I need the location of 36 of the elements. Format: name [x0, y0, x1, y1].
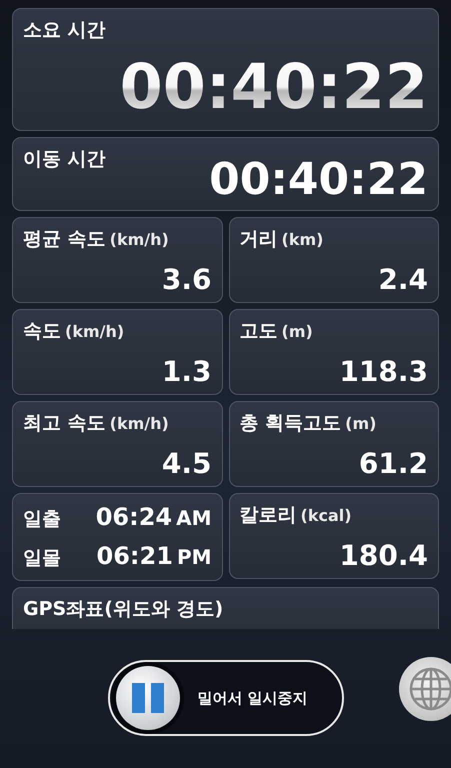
moving-time-value: 00:40:22 [209, 158, 428, 202]
unit-label: (kcal) [300, 506, 352, 525]
sun-label: 일몰 [23, 546, 61, 571]
stat-label: 최고 속도 [23, 411, 106, 436]
sun-label: 일출 [23, 507, 61, 532]
total-time-label: 소요 시간 [23, 18, 107, 43]
stat-value: 61.2 [358, 450, 428, 478]
stat-label: 속도 [23, 319, 61, 344]
stat-value: 118.3 [339, 358, 428, 386]
stat-label: 평균 속도 [23, 227, 106, 252]
stat-value: 1.3 [162, 358, 212, 386]
stat-value: 4.5 [162, 450, 212, 478]
stat-value: 2.4 [378, 266, 428, 294]
unit-label: (m) [345, 414, 376, 433]
unit-label: (km/h) [110, 414, 169, 433]
stat-value: 180.4 [339, 542, 428, 570]
sun-time: 06:24 [96, 503, 172, 531]
slide-to-pause-slider[interactable]: 밀어서 일시중지 [108, 660, 344, 736]
slider-handle[interactable] [116, 666, 180, 730]
unit-label: (km) [282, 230, 324, 249]
period-label: PM [176, 545, 212, 569]
unit-label: (m) [282, 322, 313, 341]
unit-label: (km/h) [110, 230, 169, 249]
sun-time: 06:21 [96, 542, 173, 570]
unit-label: (km/h) [65, 322, 124, 341]
stat-label: 칼로리 [240, 503, 296, 528]
globe-button[interactable] [399, 657, 451, 721]
globe-icon [409, 667, 451, 711]
moving-time-label: 이동 시간 [23, 147, 107, 172]
stat-value: 3.6 [162, 266, 212, 294]
stat-label: 고도 [240, 319, 278, 344]
period-label: AM [176, 506, 212, 530]
stat-label: 거리 [240, 227, 278, 252]
gps-label: GPS좌표(위도와 경도) [23, 598, 224, 620]
stat-label: 총 획득고도 [240, 411, 342, 436]
pause-icon [130, 683, 164, 713]
